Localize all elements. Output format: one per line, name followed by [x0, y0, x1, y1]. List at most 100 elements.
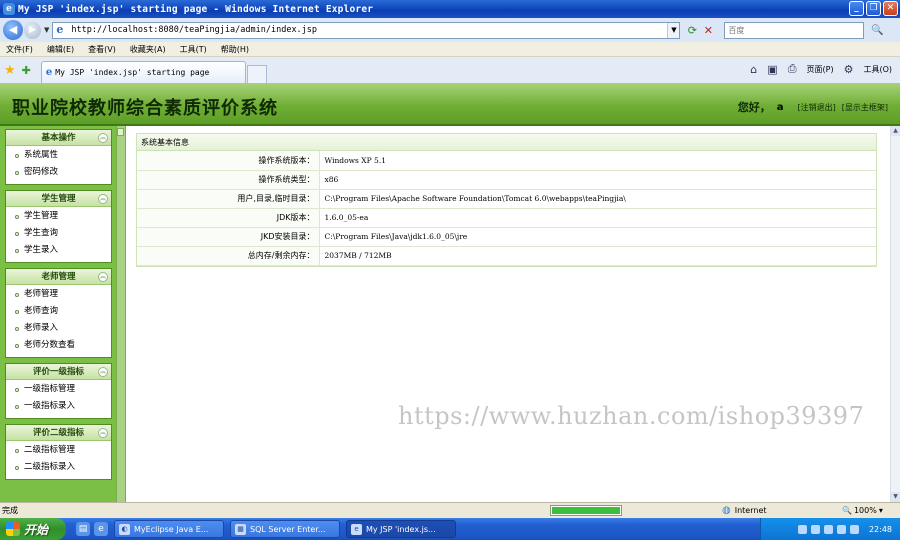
sidebar-item-level1-manage[interactable]: 一级指标管理 [6, 381, 111, 398]
task-ie-window[interactable]: e My JSP 'index.js... [346, 520, 456, 538]
windows-flag-icon [6, 522, 20, 536]
back-button[interactable]: ◀ [3, 20, 23, 40]
zoom-dropdown-icon[interactable]: ▾ [879, 506, 883, 515]
search-icon[interactable]: 🔍 [866, 22, 888, 39]
tray-network-icon[interactable] [797, 524, 807, 534]
sidebar-item-label: 学生查询 [24, 228, 59, 238]
collapse-icon[interactable]: ︽ [98, 133, 108, 143]
sidebar-item-teacher-add[interactable]: 老师录入 [6, 320, 111, 337]
tray-security-icon[interactable] [823, 524, 833, 534]
collapse-icon[interactable]: ︽ [98, 194, 108, 204]
collapse-icon[interactable]: ︽ [98, 367, 108, 377]
tab-current-page[interactable]: e My JSP 'index.jsp' starting page [40, 61, 246, 83]
row-value: C:\Program Files\Java\jdk1.6.0_05\jre [319, 227, 876, 247]
task-myeclipse[interactable]: ◐ MyEclipse Java E... [114, 520, 224, 538]
windows-taskbar: 开始 ▤ e ◐ MyEclipse Java E... ▦ SQL Serve… [0, 518, 900, 540]
menu-tools[interactable]: 工具(T) [180, 44, 207, 55]
command-bar: ⌂ ▣ ⎙ 页面(P) ⚙ 工具(O) [750, 62, 892, 76]
tray-volume-icon[interactable] [810, 524, 820, 534]
sidebar-panel-basic: 基本操作 ︽ 系统属性 密码修改 [5, 129, 112, 185]
maximize-button[interactable]: ❐ [866, 1, 881, 16]
tab-label: My JSP 'index.jsp' starting page [55, 68, 210, 77]
sidebar-item-student-manage[interactable]: 学生管理 [6, 208, 111, 225]
sidebar-item-level2-add[interactable]: 二级指标录入 [6, 459, 111, 476]
address-dropdown-icon[interactable]: ▼ [667, 22, 680, 38]
menu-view[interactable]: 查看(V) [88, 44, 116, 55]
task-sql-server[interactable]: ▦ SQL Server Enter... [230, 520, 340, 538]
sidebar-item-student-add[interactable]: 学生录入 [6, 242, 111, 259]
user-greeting: 您好， a [注销退出] [显示主框架] [738, 99, 888, 115]
desktop-icon[interactable]: ▤ [76, 522, 90, 536]
panel-header[interactable]: 基本操作 ︽ [6, 130, 111, 146]
forward-button[interactable]: ▶ [24, 21, 41, 39]
sidebar-item-system-properties[interactable]: 系统属性 [6, 147, 111, 164]
search-input[interactable] [725, 22, 864, 38]
panel-header[interactable]: 学生管理 ︽ [6, 191, 111, 207]
sidebar-item-level1-add[interactable]: 一级指标录入 [6, 398, 111, 415]
bullet-icon [15, 248, 19, 253]
collapse-icon[interactable]: ︽ [98, 272, 108, 282]
sidebar-item-level2-manage[interactable]: 二级指标管理 [6, 442, 111, 459]
tray-messenger-icon[interactable] [849, 524, 859, 534]
splitter-toggle-icon[interactable] [117, 128, 124, 136]
window-title-bar[interactable]: e My JSP 'index.jsp' starting page - Win… [0, 0, 900, 18]
logout-link[interactable]: [注销退出] [798, 102, 836, 113]
row-value: 1.6.0_05-ea [319, 208, 876, 228]
clock: 22:48 [868, 524, 892, 534]
show-main-frame-link[interactable]: [显示主框架] [842, 102, 888, 113]
refresh-button[interactable]: ⟳ [684, 22, 700, 39]
menu-edit[interactable]: 编辑(E) [47, 44, 74, 55]
panel-header[interactable]: 老师管理 ︽ [6, 269, 111, 285]
zoom-icon: 🔍 [842, 506, 852, 515]
start-button[interactable]: 开始 [0, 518, 66, 540]
sidebar-panel-level1: 评价一级指标 ︽ 一级指标管理 一级指标录入 [5, 363, 112, 419]
sidebar-item-change-password[interactable]: 密码修改 [6, 164, 111, 181]
sidebar-item-teacher-manage[interactable]: 老师管理 [6, 286, 111, 303]
close-button[interactable]: ✕ [883, 1, 898, 16]
table-row: 总内存/剩余内存： 2037MB / 712MB [137, 246, 876, 266]
bullet-icon [15, 309, 19, 314]
minimize-button[interactable]: _ [849, 1, 864, 16]
favorites-star-icon[interactable]: ★ [4, 63, 16, 78]
home-icon[interactable]: ⌂ [750, 63, 757, 76]
tab-ie-icon: e [45, 67, 53, 78]
panel-header[interactable]: 评价二级指标 ︽ [6, 425, 111, 441]
menu-help[interactable]: 帮助(H) [221, 44, 249, 55]
vertical-scrollbar[interactable]: ▲ ▼ [890, 126, 900, 502]
menu-favorites[interactable]: 收藏夹(A) [130, 44, 166, 55]
ie-page-icon: e [56, 23, 64, 36]
stop-button[interactable]: ✕ [700, 22, 716, 39]
sidebar-splitter[interactable] [116, 126, 126, 502]
scroll-down-icon[interactable]: ▼ [891, 492, 900, 502]
address-bar[interactable]: e http://localhost:8080/teaPingjia/admin… [52, 21, 681, 39]
tools-menu[interactable]: 工具(O) [863, 64, 892, 75]
history-dropdown-icon[interactable]: ▼ [44, 26, 49, 34]
tray-app-icon[interactable] [836, 524, 846, 534]
row-value: C:\Program Files\Apache Software Foundat… [319, 189, 876, 209]
scroll-up-icon[interactable]: ▲ [891, 126, 900, 136]
system-info-heading: 系统基本信息 [137, 134, 876, 151]
address-url[interactable]: http://localhost:8080/teaPingjia/admin/i… [71, 25, 667, 35]
print-icon[interactable]: ⎙ [788, 62, 797, 76]
sidebar-item-teacher-scores[interactable]: 老师分数查看 [6, 337, 111, 354]
security-zone[interactable]: ◍ Internet [722, 505, 842, 516]
menu-file[interactable]: 文件(F) [6, 44, 33, 55]
app-header: 职业院校教师综合素质评价系统 您好， a [注销退出] [显示主框架] [0, 84, 900, 126]
sidebar: 基本操作 ︽ 系统属性 密码修改 学生管理 ︽ 学生管理 学生查询 学生录入 老… [0, 126, 116, 502]
collapse-icon[interactable]: ︽ [98, 428, 108, 438]
sidebar-panel-students: 学生管理 ︽ 学生管理 学生查询 学生录入 [5, 190, 112, 263]
feeds-icon[interactable]: ▣ [767, 63, 777, 76]
sidebar-item-student-query[interactable]: 学生查询 [6, 225, 111, 242]
add-favorite-icon[interactable]: ✚ [22, 64, 31, 77]
zoom-control[interactable]: 🔍 100% ▾ [842, 506, 883, 515]
new-tab-button[interactable] [246, 65, 267, 83]
sidebar-item-label: 老师管理 [24, 289, 59, 299]
panel-header[interactable]: 评价一级指标 ︽ [6, 364, 111, 380]
row-label: 总内存/剩余内存： [137, 246, 320, 266]
sidebar-item-teacher-query[interactable]: 老师查询 [6, 303, 111, 320]
ie-quicklaunch-icon[interactable]: e [94, 522, 108, 536]
row-label: 操作系统版本： [137, 151, 320, 171]
address-toolbar: ◀ ▶ ▼ e http://localhost:8080/teaPingjia… [0, 18, 900, 42]
bullet-icon [15, 465, 19, 470]
page-menu[interactable]: 页面(P) [807, 64, 834, 75]
